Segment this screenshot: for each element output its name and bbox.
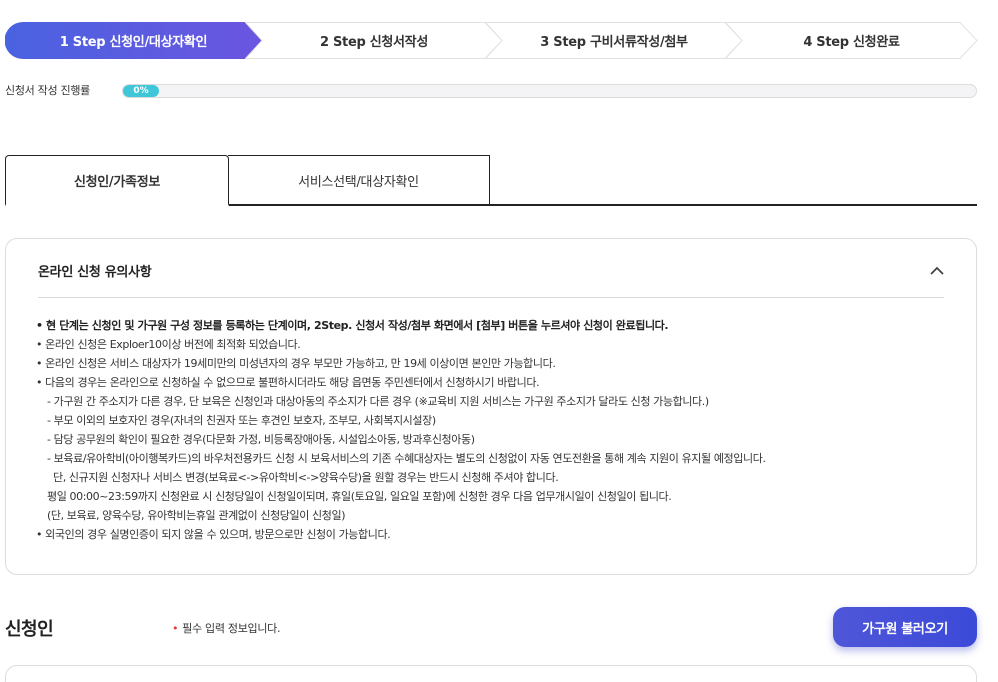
required-note-text: 필수 입력 정보입니다. <box>182 622 281 635</box>
notice-item: - 가구원 간 주소지가 다른 경우, 단 보육은 신청인과 대상아동의 주소지… <box>47 395 709 408</box>
progress-fill: 0% <box>123 85 159 97</box>
progress-label: 신청서 작성 진행률 <box>5 84 90 97</box>
notice-title: 온라인 신청 유의사항 <box>38 265 152 280</box>
tab-service-target[interactable]: 서비스선택/대상자확인 <box>228 155 490 204</box>
step-1-label: 1 Step 신청인/대상자확인 <box>59 35 208 50</box>
step-3: 3 Step 구비서류작성/첨부 <box>485 22 743 59</box>
step-4-label: 4 Step 신청완료 <box>803 35 900 50</box>
load-household-button[interactable]: 가구원 불러오기 <box>833 607 977 647</box>
step-3-label: 3 Step 구비서류작성/첨부 <box>540 35 688 50</box>
chevron-up-icon[interactable] <box>928 262 946 280</box>
progress-bar: 0% <box>122 84 977 98</box>
required-note: • 필수 입력 정보입니다. <box>172 620 280 636</box>
notice-item: 단, 신규지원 신청자나 서비스 변경(보육료<->유아학비<->양육수당)을 … <box>53 471 559 484</box>
notice-item: • 다음의 경우는 온라인으로 신청하실 수 없으므로 불편하시더라도 해당 읍… <box>36 376 540 389</box>
notice-item: • 외국인의 경우 실명인증이 되지 않을 수 있으며, 방문으로만 신청이 가… <box>36 528 391 541</box>
divider <box>38 297 944 298</box>
notice-item: • 현 단계는 신청인 및 가구원 구성 정보를 등록하는 단계이며, 2Ste… <box>36 319 669 332</box>
notice-item: - 보육료/유아학비(아이행복카드)의 바우처전용카드 신청 시 보육서비스의 … <box>47 452 766 465</box>
form-tabs: 신청인/가족정보 서비스선택/대상자확인 <box>5 155 977 206</box>
step-indicator: 1 Step 신청인/대상자확인 2 Step 신청서작성 3 Step 구비서… <box>5 22 978 59</box>
notice-item: (단, 보육료, 양육수당, 유아학비는휴일 관계없이 신청당일이 신청일) <box>47 509 346 522</box>
applicant-form-panel <box>5 665 977 682</box>
required-marker: • <box>172 622 179 635</box>
section-title-applicant: 신청인 <box>5 619 54 640</box>
notice-item: • 온라인 신청은 Exploer10이상 버전에 최적화 되었습니다. <box>36 338 301 351</box>
notice-item: - 부모 이외의 보호자인 경우(자녀의 친권자 또는 후견인 보호자, 조부모… <box>47 414 436 427</box>
step-4: 4 Step 신청완료 <box>725 22 978 59</box>
notice-panel: 온라인 신청 유의사항 • 현 단계는 신청인 및 가구원 구성 정보를 등록하… <box>5 238 977 575</box>
notice-item: • 온라인 신청은 서비스 대상자가 19세미만의 미성년자의 경우 부모만 가… <box>36 357 556 370</box>
notice-item: - 담당 공무원의 확인이 필요한 경우(다문화 가정, 비등록장애아동, 시설… <box>47 433 475 446</box>
notice-item: 평일 00:00~23:59까지 신청완료 시 신청당일이 신청일이되며, 휴일… <box>47 490 672 503</box>
step-2-label: 2 Step 신청서작성 <box>320 35 428 50</box>
tab-applicant-family[interactable]: 신청인/가족정보 <box>5 155 229 206</box>
progress-value: 0% <box>133 86 149 96</box>
notice-list: • 현 단계는 신청인 및 가구원 구성 정보를 등록하는 단계이며, 2Ste… <box>36 316 956 544</box>
step-2: 2 Step 신청서작성 <box>245 22 503 59</box>
step-1: 1 Step 신청인/대상자확인 <box>5 22 262 59</box>
